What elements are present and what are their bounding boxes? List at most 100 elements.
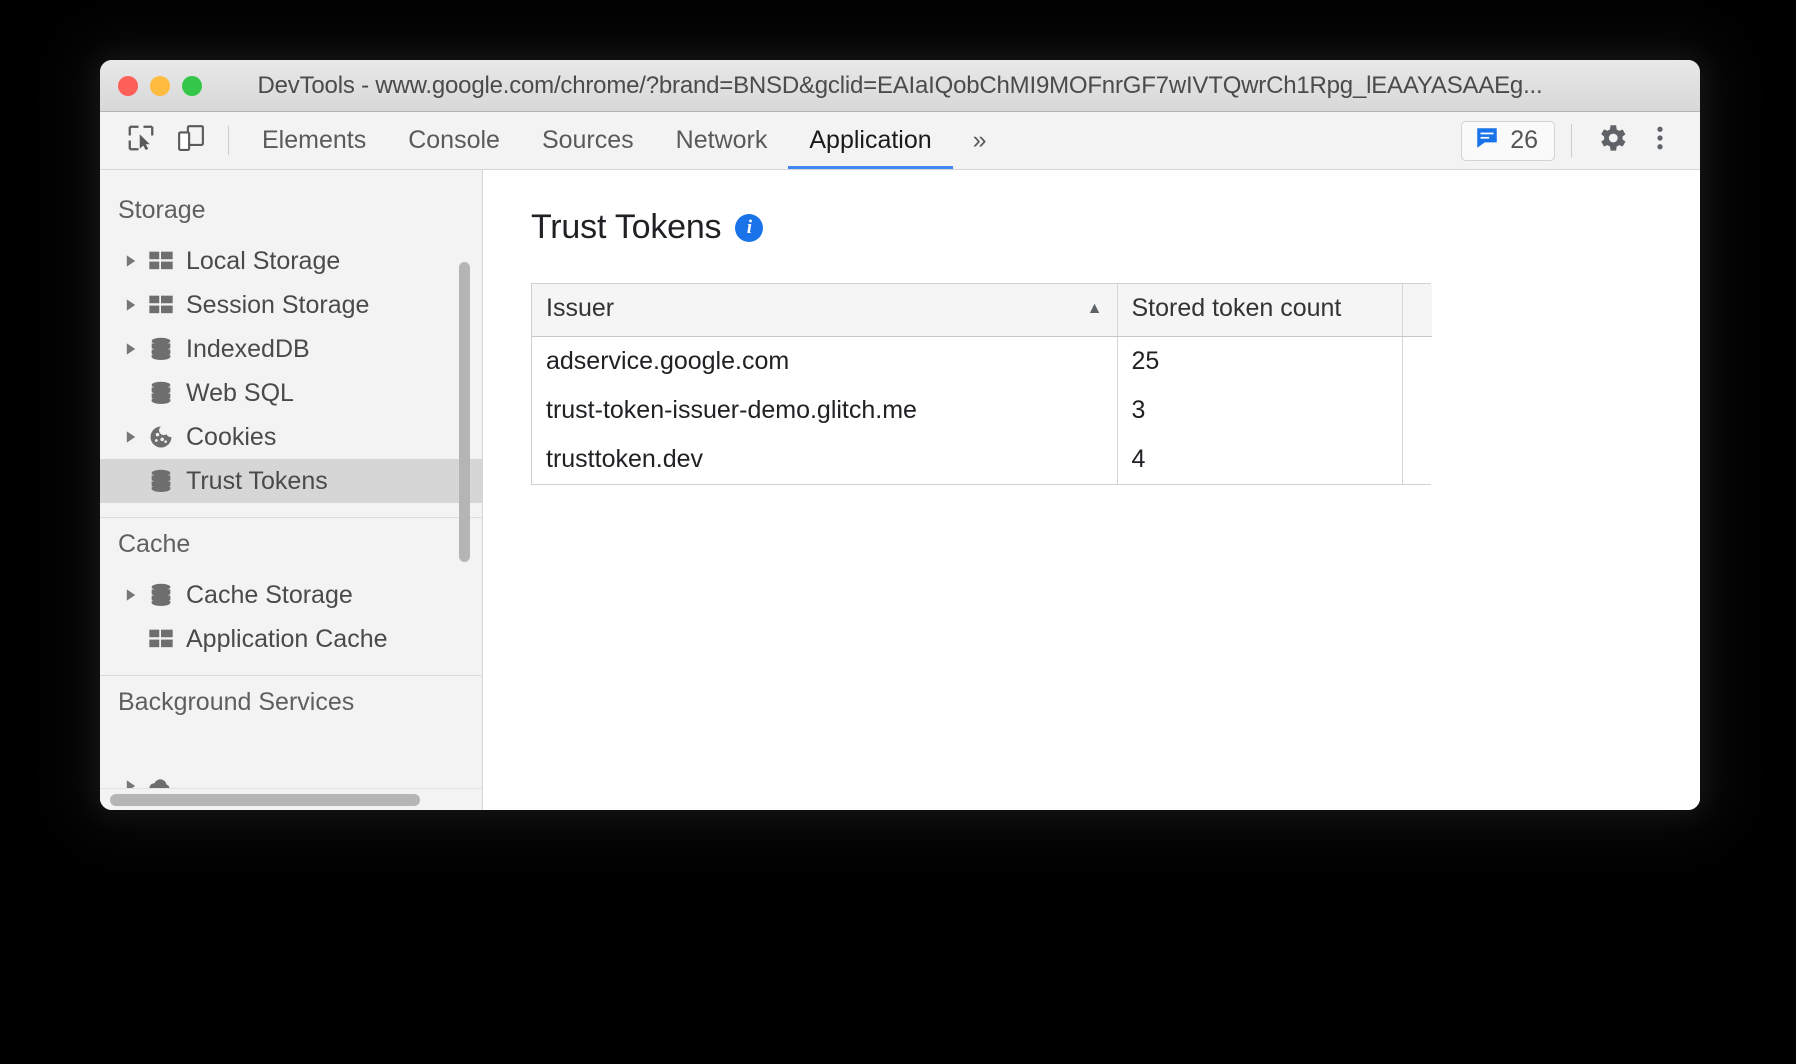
toolbar-divider (228, 126, 229, 155)
sort-ascending-icon: ▲ (1086, 299, 1103, 317)
gear-icon (1595, 121, 1629, 160)
column-header-filler (1402, 284, 1432, 337)
panel-tabs: Elements Console Sources Network Applica… (241, 112, 1001, 169)
sidebar-item-session-storage-label: Session Storage (186, 290, 370, 319)
message-bubble-icon (1474, 125, 1500, 156)
sidebar-item-trust-tokens-label: Trust Tokens (186, 466, 328, 495)
window-title: DevTools - www.google.com/chrome/?brand=… (257, 71, 1543, 99)
sidebar-section-storage-title: Storage (118, 196, 206, 224)
page-title: Trust Tokens (531, 208, 722, 246)
console-message-count: 26 (1510, 126, 1538, 154)
column-header-stored-token-count-label: Stored token count (1131, 294, 1342, 323)
close-window-button[interactable] (118, 75, 138, 96)
sidebar-item-cache-storage-label: Cache Storage (186, 580, 353, 609)
tab-sources[interactable]: Sources (521, 112, 655, 169)
sidebar-item-indexeddb-label: IndexedDB (186, 334, 310, 363)
maximize-window-button[interactable] (182, 75, 202, 96)
sidebar-item-web-sql[interactable]: Web SQL (100, 371, 482, 415)
database-icon (144, 335, 178, 363)
device-toolbar-icon (176, 123, 206, 158)
sidebar-item-trust-tokens[interactable]: Trust Tokens (100, 459, 482, 503)
table-row[interactable]: trusttoken.dev 4 (532, 434, 1432, 484)
trust-tokens-panel: Trust Tokens i Issuer ▲ Stored token cou… (483, 170, 1700, 810)
column-header-issuer[interactable]: Issuer ▲ (532, 284, 1118, 337)
sidebar-item-cache-storage[interactable]: Cache Storage (100, 573, 482, 617)
cloud-upload-icon (144, 772, 178, 788)
cell-stored-token-count: 25 (1117, 336, 1403, 386)
sidebar-horizontal-scrollbar-track[interactable] (100, 788, 482, 810)
tab-console[interactable]: Console (387, 112, 521, 169)
sidebar-item-partially-visible[interactable] (100, 764, 482, 788)
table-row[interactable]: adservice.google.com 25 (532, 336, 1432, 386)
sidebar-item-local-storage[interactable]: Local Storage (100, 239, 482, 283)
devtools-panel-body: Storage Local Storage Session Storage In… (100, 170, 1700, 810)
window-title-bar: DevTools - www.google.com/chrome/?brand=… (100, 60, 1700, 112)
sidebar-horizontal-scrollbar[interactable] (110, 794, 420, 806)
tab-network-label: Network (675, 126, 768, 154)
toolbar-right-group: 26 (1461, 112, 1700, 169)
tab-elements[interactable]: Elements (241, 112, 387, 169)
expand-triangle-icon[interactable] (118, 298, 144, 312)
inspect-element-icon (126, 123, 156, 158)
settings-button[interactable] (1588, 117, 1636, 165)
sidebar-tree: Storage Local Storage Session Storage In… (100, 170, 482, 788)
table-header-row: Issuer ▲ Stored token count (532, 284, 1432, 337)
cell-filler (1402, 435, 1432, 484)
sidebar-section-background-services-title: Background Services (118, 688, 355, 716)
sidebar-item-indexeddb[interactable]: IndexedDB (100, 327, 482, 371)
tab-sources-label: Sources (541, 126, 634, 154)
more-tabs-button[interactable]: » (953, 112, 1001, 169)
expand-triangle-icon[interactable] (118, 588, 144, 602)
main-menu-button[interactable] (1636, 117, 1684, 165)
sidebar-item-web-sql-label: Web SQL (186, 378, 294, 407)
sidebar-vertical-scrollbar[interactable] (459, 262, 470, 562)
devtools-toolbar: Elements Console Sources Network Applica… (100, 112, 1700, 170)
table-icon (144, 291, 178, 319)
sidebar-item-background-fetch[interactable] (100, 764, 482, 788)
database-icon (144, 467, 178, 495)
tab-application-label: Application (809, 126, 932, 154)
cell-issuer: trusttoken.dev (532, 434, 1118, 484)
console-message-badge[interactable]: 26 (1461, 120, 1555, 161)
tab-application[interactable]: Application (788, 112, 953, 169)
tab-console-label: Console (408, 126, 500, 154)
table-icon (144, 247, 178, 275)
devtools-window: DevTools - www.google.com/chrome/?brand=… (100, 60, 1700, 810)
info-icon[interactable]: i (735, 213, 764, 242)
cell-filler (1402, 336, 1432, 386)
database-icon (144, 379, 178, 407)
chevron-double-right-icon: » (972, 126, 987, 154)
tab-elements-label: Elements (262, 126, 367, 154)
trust-tokens-table: Issuer ▲ Stored token count adservice.go… (531, 283, 1432, 485)
expand-triangle-icon[interactable] (118, 779, 144, 788)
inspect-element-button[interactable] (116, 112, 166, 169)
column-header-stored-token-count[interactable]: Stored token count (1117, 284, 1403, 337)
minimize-window-button[interactable] (150, 75, 170, 96)
column-header-issuer-label: Issuer (546, 294, 615, 323)
application-sidebar: Storage Local Storage Session Storage In… (100, 170, 483, 810)
toolbar-right-divider (1571, 123, 1572, 158)
cookie-icon (144, 423, 178, 451)
cell-filler (1402, 386, 1432, 435)
cell-issuer: adservice.google.com (532, 336, 1118, 386)
sidebar-item-cookies[interactable]: Cookies (100, 415, 482, 459)
cell-stored-token-count: 3 (1117, 385, 1403, 435)
device-toolbar-button[interactable] (166, 112, 216, 169)
expand-triangle-icon[interactable] (118, 430, 144, 444)
expand-triangle-icon[interactable] (118, 254, 144, 268)
cell-issuer: trust-token-issuer-demo.glitch.me (532, 385, 1118, 435)
database-icon (144, 581, 178, 609)
cell-stored-token-count: 4 (1117, 434, 1403, 484)
sidebar-item-local-storage-label: Local Storage (186, 246, 341, 275)
table-icon (144, 625, 178, 653)
sidebar-item-application-cache-label: Application Cache (186, 624, 388, 653)
sidebar-item-session-storage[interactable]: Session Storage (100, 283, 482, 327)
panel-header: Trust Tokens i (531, 208, 1700, 247)
sidebar-section-cache-title: Cache (118, 530, 191, 558)
sidebar-item-application-cache[interactable]: Application Cache (100, 617, 482, 661)
tab-network[interactable]: Network (655, 112, 789, 169)
sidebar-item-cookies-label: Cookies (186, 422, 277, 451)
table-row[interactable]: trust-token-issuer-demo.glitch.me 3 (532, 385, 1432, 435)
expand-triangle-icon[interactable] (118, 342, 144, 356)
kebab-menu-icon (1645, 123, 1675, 158)
